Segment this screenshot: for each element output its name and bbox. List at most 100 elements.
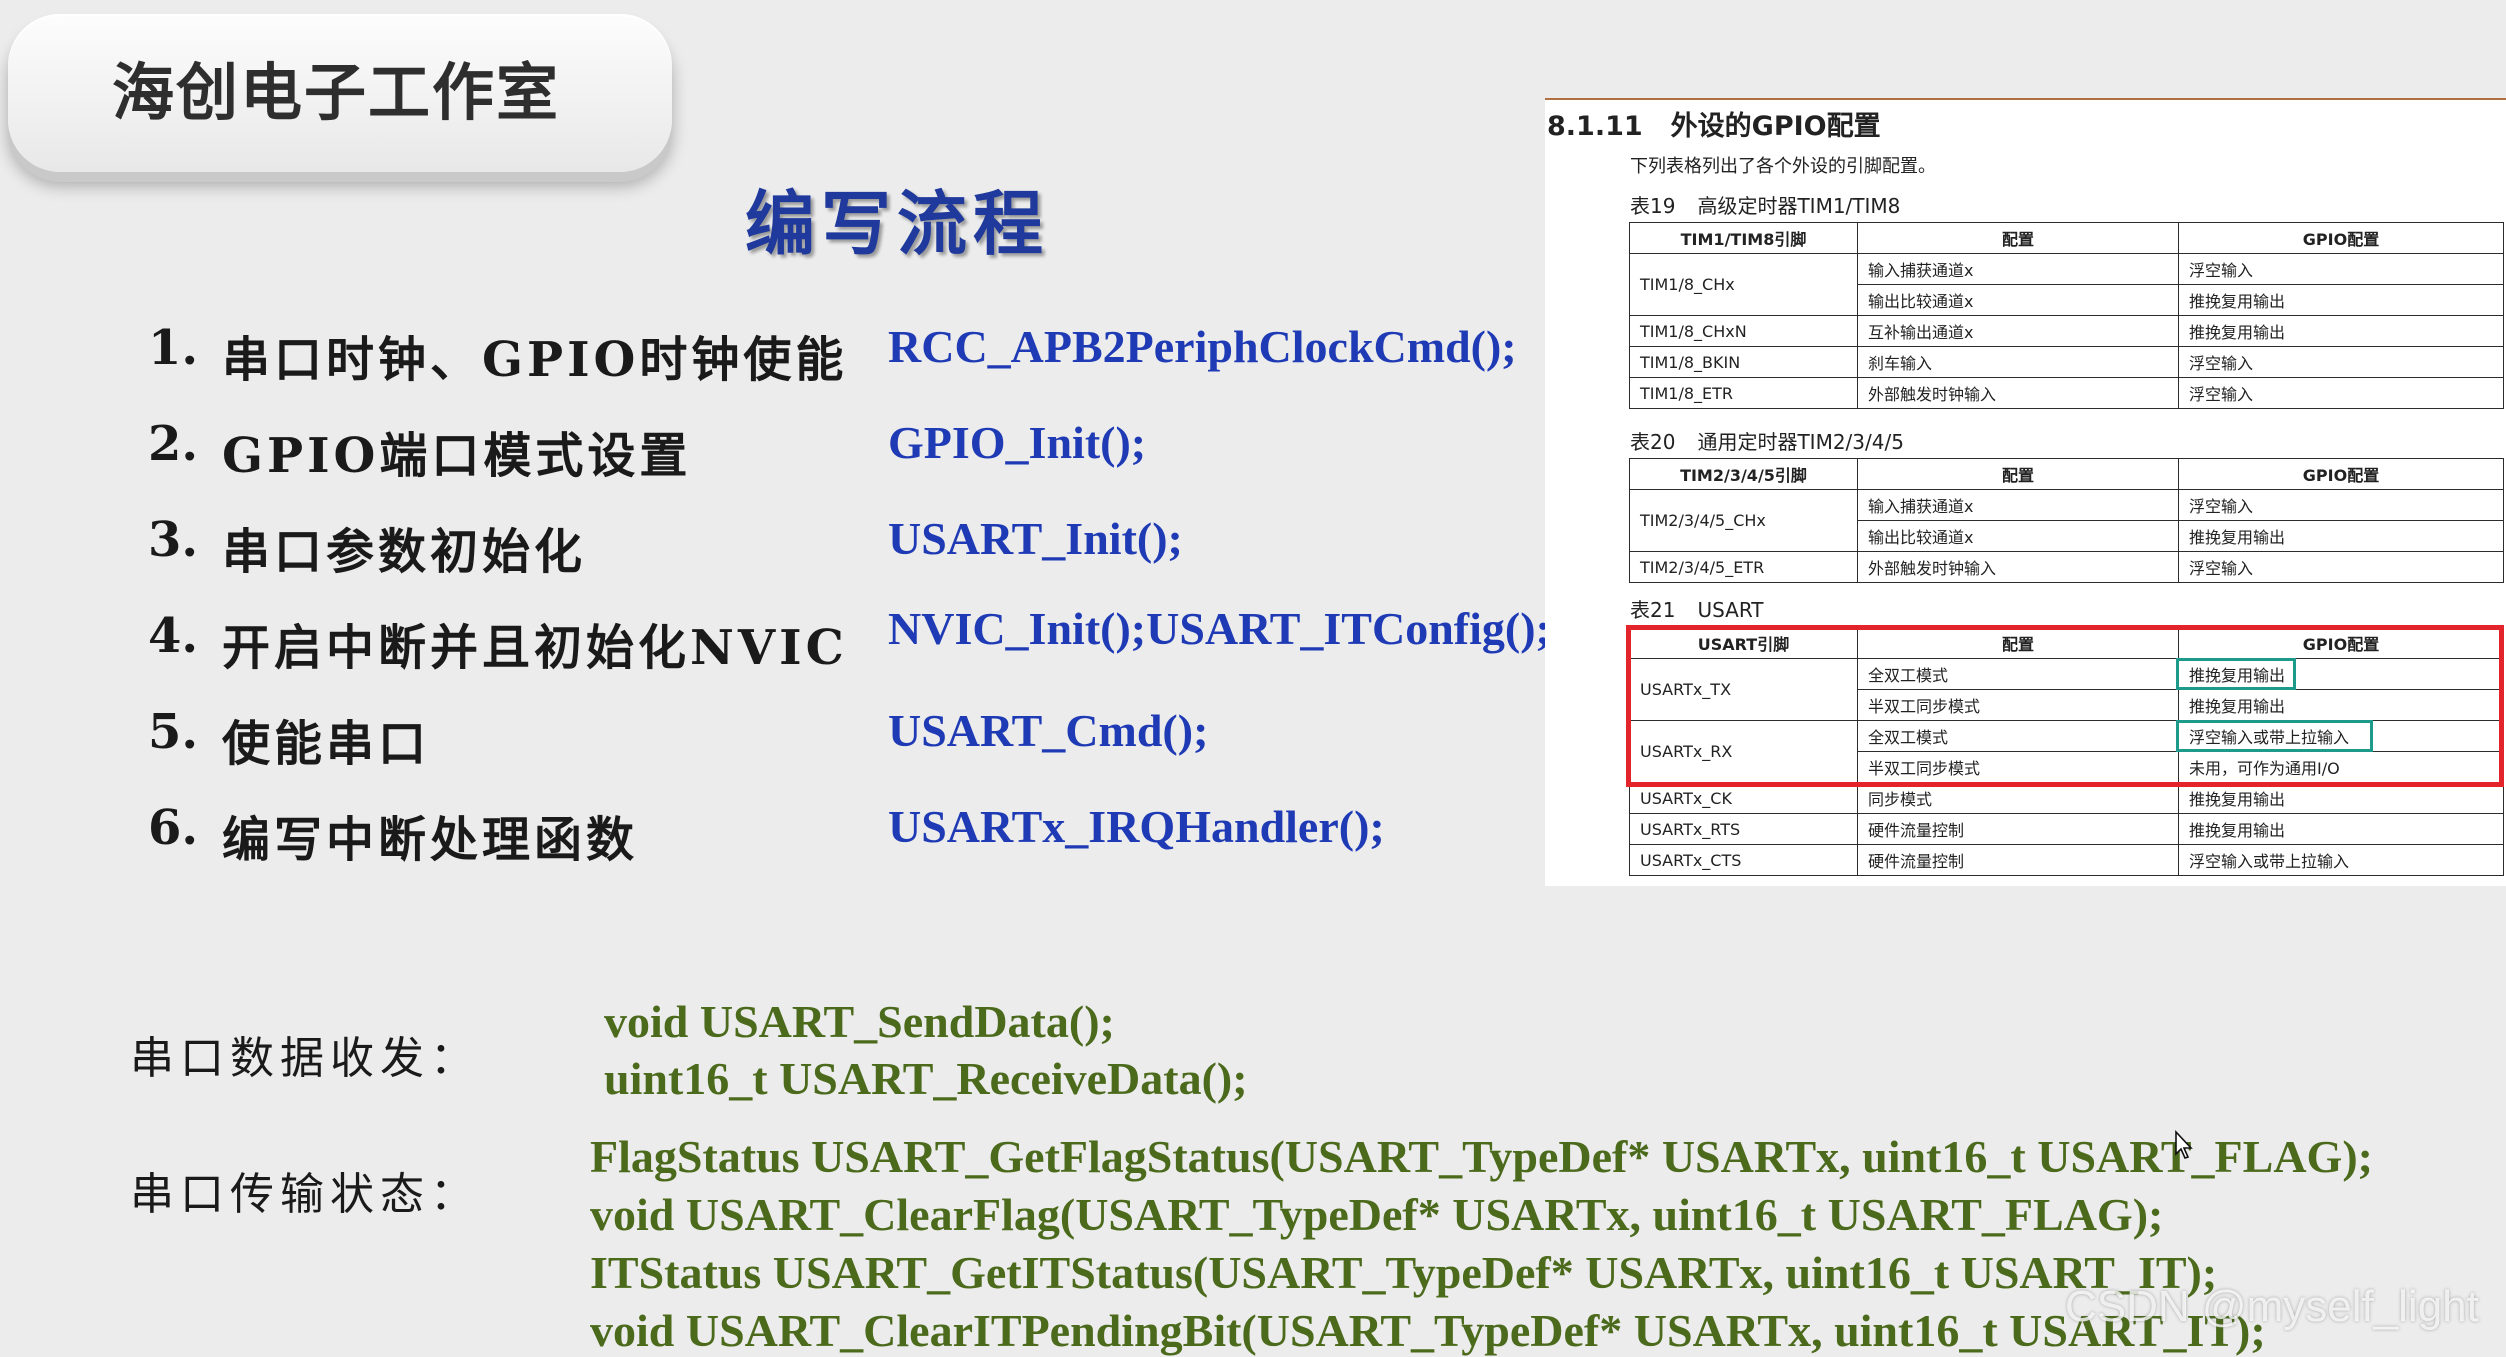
table-header-cell: GPIO配置 xyxy=(2178,222,2504,254)
mouse-cursor-icon xyxy=(2175,1130,2193,1159)
config-cell: 全双工模式 xyxy=(1857,720,2179,752)
step-code: RCC_APB2PeriphClockCmd(); xyxy=(888,321,1517,372)
step-item: 6. 编写中断处理函数 USARTx_IRQHandler(); xyxy=(148,800,1548,870)
step-label: 开启中断并且初始化NVIC xyxy=(222,620,848,676)
ref-section-heading: 8.1.11 外设的GPIO配置 xyxy=(1547,104,1881,143)
timer-general-table: TIM2/3/4/5引脚 配置 GPIO配置 TIM2/3/4/5_CHx 输入… xyxy=(1629,458,2504,583)
config-cell: 输出比较通道x xyxy=(1857,284,2179,316)
usart-pin-table: USART引脚 配置 GPIO配置 USARTx_TX 全双工模式 推挽复用输出… xyxy=(1629,627,2504,876)
slide-title: 编写流程 xyxy=(745,183,1049,265)
step-label: 编写中断处理函数 xyxy=(222,812,639,868)
step-code: USARTx_IRQHandler(); xyxy=(888,801,1385,852)
config-cell: 刹车输入 xyxy=(1857,346,2179,378)
pin-cell: USARTx_CTS xyxy=(1629,844,1858,876)
data-io-code-line: uint16_t USART_ReceiveData(); xyxy=(604,1053,1248,1104)
studio-name: 海创电子工作室 xyxy=(112,56,561,129)
step-label: 串口参数初始化 xyxy=(222,524,587,580)
step-code: GPIO_Init(); xyxy=(888,417,1147,468)
step-code: USART_Init(); xyxy=(888,513,1183,564)
table-header-cell: 配置 xyxy=(1857,458,2179,490)
status-code-line: FlagStatus USART_GetFlagStatus(USART_Typ… xyxy=(590,1131,2373,1182)
config-cell: 输入捕获通道x xyxy=(1857,489,2179,521)
config-cell: 输出比较通道x xyxy=(1857,520,2179,552)
gpio-cell: 浮空输入 xyxy=(2178,377,2504,409)
gpio-reference-panel: 8.1.11 外设的GPIO配置 下列表格列出了各个外设的引脚配置。 表19 高级定… xyxy=(1545,98,2506,886)
table-header-cell: TIM2/3/4/5引脚 xyxy=(1629,458,1858,490)
pin-cell: USARTx_CK xyxy=(1629,782,1858,814)
table-caption: 表19 高级定时器TIM1/TIM8 xyxy=(1630,190,1900,219)
table-header-cell: TIM1/TIM8引脚 xyxy=(1629,222,1858,254)
pin-cell: TIM2/3/4/5_CHx xyxy=(1629,489,1858,552)
csdn-watermark: CSDN @myself_light xyxy=(2065,1282,2479,1331)
status-code-line: void USART_ClearITPendingBit(USART_TypeD… xyxy=(590,1305,2266,1356)
config-cell: 半双工同步模式 xyxy=(1857,751,2179,783)
pin-cell: TIM1/8_CHxN xyxy=(1629,315,1858,347)
ref-section-number: 8.1.11 xyxy=(1547,111,1643,142)
status-code-line: ITStatus USART_GetITStatus(USART_TypeDef… xyxy=(590,1247,2218,1298)
gpio-cell: 浮空输入或带上拉输入 xyxy=(2178,844,2504,876)
gpio-cell: 推挽复用输出 xyxy=(2178,315,2504,347)
config-cell: 外部触发时钟输入 xyxy=(1857,377,2179,409)
step-number: 3. xyxy=(148,512,199,568)
gpio-cell: 浮空输入 xyxy=(2178,489,2504,521)
step-number: 1. xyxy=(148,320,199,376)
step-label: GPIO端口模式设置 xyxy=(222,428,692,484)
gpio-cell: 浮空输入 xyxy=(2178,346,2504,378)
gpio-cell: 推挽复用输出 xyxy=(2178,689,2504,721)
step-label: 串口时钟、GPIO时钟使能 xyxy=(222,332,848,388)
gpio-cell: 推挽复用输出 xyxy=(2178,782,2504,814)
config-cell: 硬件流量控制 xyxy=(1857,813,2179,845)
status-label: 串口传输状态： xyxy=(130,1169,480,1220)
step-code: NVIC_Init();USART_ITConfig(); xyxy=(888,603,1551,654)
gpio-cell: 浮空输入 xyxy=(2178,551,2504,583)
step-label: 使能串口 xyxy=(222,716,431,772)
step-number: 5. xyxy=(148,704,199,760)
table-caption-name: USART xyxy=(1697,598,1764,622)
data-io-label: 串口数据收发： xyxy=(130,1033,480,1084)
step-number: 6. xyxy=(148,800,199,856)
table-header-cell: 配置 xyxy=(1857,627,2179,659)
pin-cell: USARTx_RX xyxy=(1629,720,1858,783)
ref-section-title: 外设的GPIO配置 xyxy=(1670,111,1881,142)
pin-cell: TIM2/3/4/5_ETR xyxy=(1629,551,1858,583)
table-header-cell: GPIO配置 xyxy=(2178,458,2504,490)
step-item: 1. 串口时钟、GPIO时钟使能 RCC_APB2PeriphClockCmd(… xyxy=(148,320,1548,390)
table-caption-number: 表21 xyxy=(1630,598,1676,622)
pin-cell: USARTx_RTS xyxy=(1629,813,1858,845)
table-header-cell: USART引脚 xyxy=(1629,627,1858,659)
config-cell: 外部触发时钟输入 xyxy=(1857,551,2179,583)
table-header-cell: GPIO配置 xyxy=(2178,627,2504,659)
config-cell: 半双工同步模式 xyxy=(1857,689,2179,721)
step-code: USART_Cmd(); xyxy=(888,705,1209,756)
step-item: 5. 使能串口 USART_Cmd(); xyxy=(148,704,1548,774)
table-caption-name: 高级定时器TIM1/TIM8 xyxy=(1697,194,1901,218)
gpio-cell: 推挽复用输出 xyxy=(2178,284,2504,316)
timer-advanced-table: TIM1/TIM8引脚 配置 GPIO配置 TIM1/8_CHx 输入捕获通道x… xyxy=(1629,222,2504,409)
pin-cell: TIM1/8_BKIN xyxy=(1629,346,1858,378)
config-cell: 全双工模式 xyxy=(1857,658,2179,690)
ref-intro-text: 下列表格列出了各个外设的引脚配置。 xyxy=(1630,156,1936,177)
step-item: 4. 开启中断并且初始化NVIC NVIC_Init();USART_ITCon… xyxy=(148,603,1551,678)
pin-cell: USARTx_TX xyxy=(1629,658,1858,721)
step-number: 4. xyxy=(148,608,199,664)
config-cell: 互补输出通道x xyxy=(1857,315,2179,347)
data-io-code-line: void USART_SendData(); xyxy=(604,996,1115,1047)
table-caption-number: 表19 xyxy=(1630,194,1676,218)
gpio-cell: 推挽复用输出 xyxy=(2178,658,2504,690)
gpio-cell: 推挽复用输出 xyxy=(2178,520,2504,552)
config-cell: 同步模式 xyxy=(1857,782,2179,814)
table-header-cell: 配置 xyxy=(1857,222,2179,254)
step-number: 2. xyxy=(148,416,199,472)
pin-cell: TIM1/8_CHx xyxy=(1629,253,1858,316)
config-cell: 硬件流量控制 xyxy=(1857,844,2179,876)
studio-logo-box: 海创电子工作室 xyxy=(8,14,672,172)
table-caption-number: 表20 xyxy=(1630,430,1676,454)
gpio-cell: 推挽复用输出 xyxy=(2178,813,2504,845)
table-caption: 表21 USART xyxy=(1630,594,1764,623)
table-caption: 表20 通用定时器TIM2/3/4/5 xyxy=(1630,426,1904,455)
table-caption-name: 通用定时器TIM2/3/4/5 xyxy=(1697,430,1904,454)
config-cell: 输入捕获通道x xyxy=(1857,253,2179,285)
gpio-cell: 浮空输入或带上拉输入 xyxy=(2178,720,2504,752)
gpio-cell: 未用，可作为通用I/O xyxy=(2178,751,2504,783)
gpio-cell: 浮空输入 xyxy=(2178,253,2504,285)
